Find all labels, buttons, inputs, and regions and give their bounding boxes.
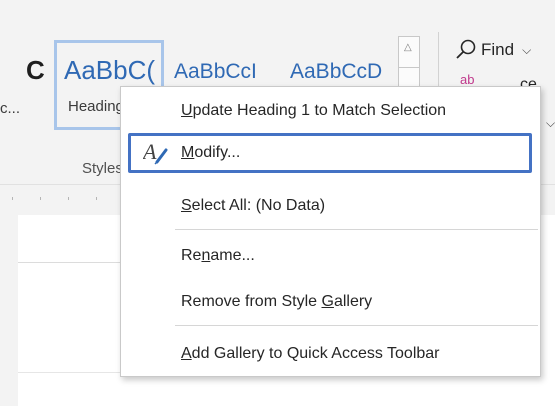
style-name: c...	[0, 100, 21, 117]
menu-item-label: Remove from Style Gallery	[181, 293, 373, 310]
ruler-tick	[12, 197, 13, 200]
menu-item-select-all[interactable]: Select All: (No Data)	[121, 186, 540, 226]
style-item-previous[interactable]: C c...	[0, 45, 50, 145]
chevron-down-icon[interactable]: ⌵	[546, 116, 555, 131]
ruler-tick	[96, 197, 97, 200]
style-sample: AaBbCcI	[174, 60, 257, 83]
menu-item-label: Add Gallery to Quick Access Toolbar	[181, 345, 440, 362]
menu-item-label: Select All: (No Data)	[181, 197, 326, 214]
document-divider	[18, 372, 122, 373]
search-icon	[456, 39, 476, 59]
menu-item-label: Rename...	[181, 247, 255, 264]
svg-text:A: A	[143, 139, 157, 164]
menu-item-modify[interactable]: A Modify...	[128, 133, 532, 173]
modify-style-icon: A	[143, 139, 168, 165]
menu-item-add-to-quick-access[interactable]: Add Gallery to Quick Access Toolbar	[121, 334, 540, 374]
group-label-styles: Styles	[82, 160, 123, 177]
menu-separator	[175, 325, 538, 326]
ruler-tick	[40, 197, 41, 200]
style-sample: AaBbCcD	[290, 60, 383, 83]
menu-item-rename[interactable]: Rename...	[121, 236, 540, 276]
chevron-up-icon[interactable]: △	[404, 42, 412, 53]
find-button[interactable]: Find ⌵	[455, 36, 531, 64]
replace-icon[interactable]: ab	[460, 72, 474, 87]
menu-item-label: Modify...	[181, 144, 241, 161]
find-label: Find	[481, 40, 515, 59]
menu-item-remove-from-gallery[interactable]: Remove from Style Gallery	[121, 282, 540, 322]
menu-item-update-heading[interactable]: Update Heading 1 to Match Selection	[121, 91, 540, 131]
chevron-down-icon: ⌵	[522, 42, 532, 57]
ruler-tick	[68, 197, 69, 200]
style-sample: C	[26, 55, 45, 85]
document-margin	[0, 215, 18, 406]
style-context-menu: Update Heading 1 to Match Selection A Mo…	[120, 86, 541, 377]
document-divider	[18, 262, 122, 263]
style-sample: AaBbC(	[64, 55, 156, 85]
menu-item-label: Update Heading 1 to Match Selection	[181, 102, 447, 119]
menu-separator	[175, 229, 538, 230]
